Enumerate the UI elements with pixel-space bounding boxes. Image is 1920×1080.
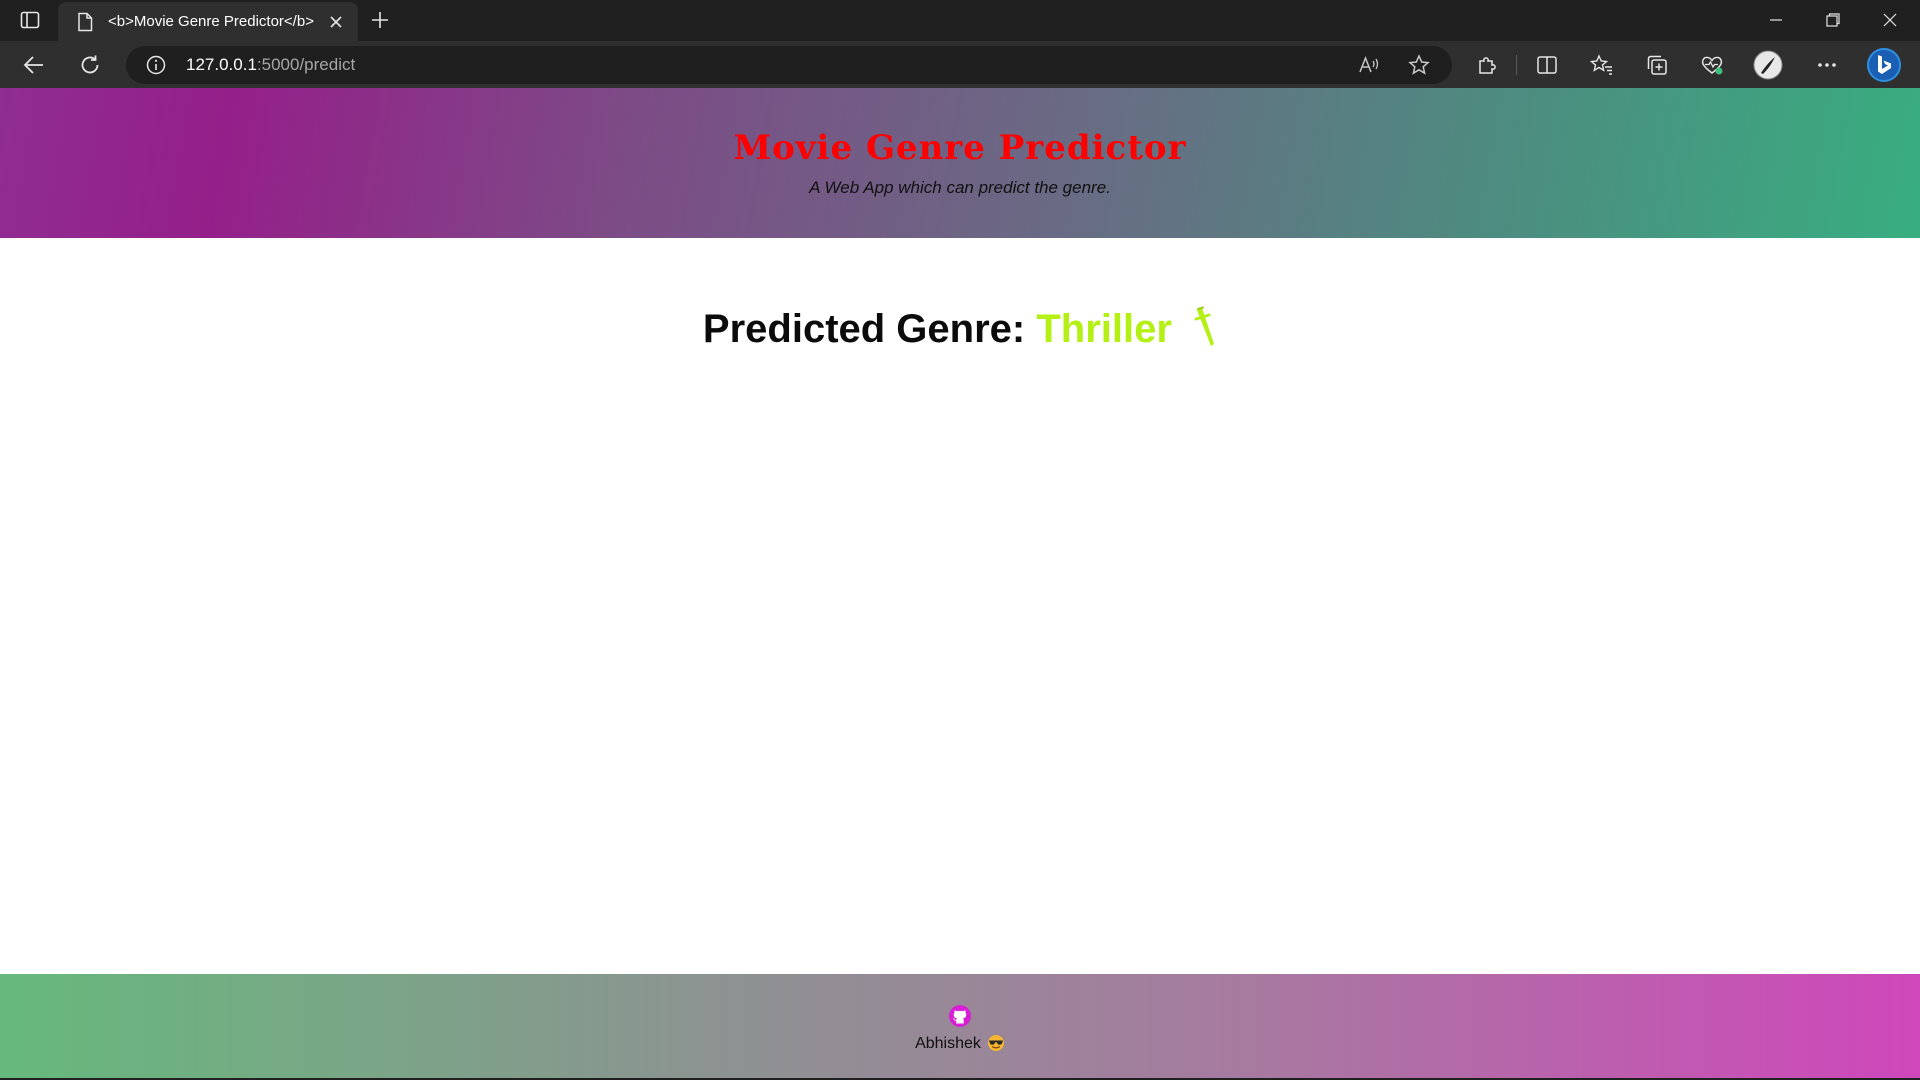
address-bar[interactable]: 127.0.0.1:5000/predict	[126, 46, 1452, 84]
sunglasses-emoji-icon	[987, 1034, 1005, 1057]
github-icon[interactable]	[948, 1004, 972, 1028]
bing-copilot-icon[interactable]	[1866, 47, 1902, 83]
active-tab[interactable]: <b>Movie Genre Predictor</b>	[58, 2, 358, 41]
new-tab-icon[interactable]	[366, 8, 394, 32]
web-page: Movie Genre Predictor A Web App which ca…	[0, 88, 1920, 1080]
tab-actions-button[interactable]	[14, 8, 46, 32]
prediction-label: Predicted Genre:	[702, 307, 1026, 351]
dagger-icon	[1193, 306, 1217, 358]
close-tab-icon[interactable]	[324, 10, 348, 34]
favorites-icon[interactable]	[1586, 49, 1618, 81]
split-screen-icon[interactable]	[1531, 49, 1563, 81]
toolbar-divider	[1516, 55, 1517, 75]
site-footer: Abhishek	[0, 974, 1920, 1078]
url-text[interactable]: 127.0.0.1:5000/predict	[186, 55, 355, 75]
refresh-icon[interactable]	[74, 49, 106, 81]
url-host: 127.0.0.1	[186, 55, 257, 74]
tab-strip: <b>Movie Genre Predictor</b>	[0, 0, 1920, 41]
minimize-icon[interactable]	[1748, 0, 1804, 40]
close-window-icon[interactable]	[1862, 0, 1918, 40]
tab-actions-icon	[20, 11, 40, 29]
tab-title: <b>Movie Genre Predictor</b>	[108, 13, 314, 30]
site-header: Movie Genre Predictor A Web App which ca…	[0, 88, 1920, 238]
extensions-icon[interactable]	[1470, 49, 1502, 81]
collections-icon[interactable]	[1641, 49, 1673, 81]
restore-icon[interactable]	[1805, 0, 1861, 40]
back-arrow-icon[interactable]	[18, 49, 50, 81]
favorite-star-icon[interactable]	[1408, 54, 1430, 81]
prediction-result: Predicted Genre: Thriller	[0, 306, 1920, 358]
page-icon	[74, 11, 96, 33]
profile-avatar-icon[interactable]	[1752, 49, 1784, 81]
url-path: :5000/predict	[256, 55, 356, 74]
site-subtitle: A Web App which can predict the genre.	[809, 178, 1111, 197]
browser-toolbar: 127.0.0.1:5000/predict	[0, 41, 1920, 88]
browser-essentials-icon[interactable]	[1696, 49, 1728, 81]
author-credit: Abhishek	[0, 1034, 1920, 1057]
site-title: Movie Genre Predictor	[733, 128, 1187, 168]
read-aloud-icon[interactable]	[1358, 55, 1380, 80]
author-name: Abhishek	[915, 1035, 981, 1052]
predicted-genre: Thriller	[1036, 307, 1172, 351]
site-info-icon[interactable]	[146, 55, 166, 80]
more-options-icon[interactable]	[1811, 49, 1843, 81]
